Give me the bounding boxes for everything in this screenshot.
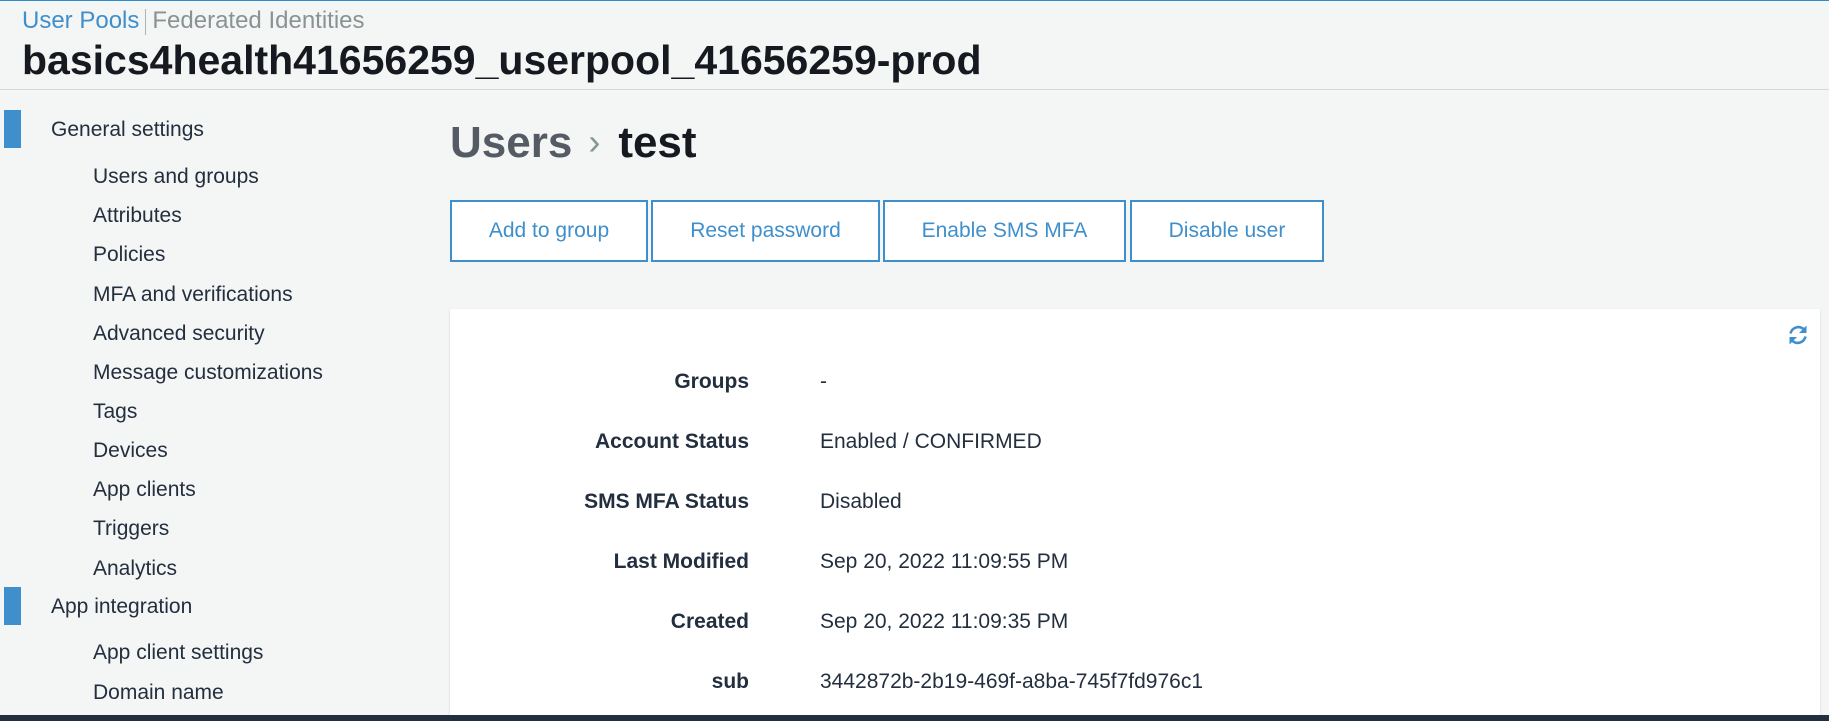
detail-row-groups: Groups -	[450, 370, 1820, 400]
pool-title: basics4health41656259_userpool_41656259-…	[22, 37, 982, 83]
sidebar-section-general-settings[interactable]: General settings	[0, 110, 420, 148]
sidebar-item-mfa-and-verifications[interactable]: MFA and verifications	[93, 283, 293, 307]
detail-row-account-status: Account Status Enabled / CONFIRMED	[450, 430, 1820, 460]
tab-divider	[145, 8, 147, 35]
sidebar-item-app-clients[interactable]: App clients	[93, 478, 196, 502]
sidebar-item-tags[interactable]: Tags	[93, 400, 137, 424]
detail-row-last-modified: Last Modified Sep 20, 2022 11:09:55 PM	[450, 550, 1820, 580]
enable-sms-mfa-button[interactable]: Enable SMS MFA	[883, 200, 1126, 262]
refresh-icon[interactable]	[1786, 323, 1810, 347]
detail-label: Created	[670, 610, 749, 633]
detail-value: Sep 20, 2022 11:09:35 PM	[820, 610, 1069, 633]
sidebar-item-triggers[interactable]: Triggers	[93, 517, 169, 541]
section-indicator	[4, 110, 21, 148]
detail-label: SMS MFA Status	[584, 490, 749, 513]
add-to-group-button[interactable]: Add to group	[450, 200, 648, 262]
tab-user-pools[interactable]: User Pools	[22, 7, 139, 34]
detail-label: Last Modified	[613, 550, 749, 573]
sidebar-item-analytics[interactable]: Analytics	[93, 557, 177, 581]
page-title: test	[618, 118, 697, 167]
sidebar-item-devices[interactable]: Devices	[93, 439, 168, 463]
header-tabs: User Pools Federated Identities	[22, 7, 365, 35]
disable-user-button[interactable]: Disable user	[1130, 200, 1324, 262]
reset-password-button[interactable]: Reset password	[651, 200, 880, 262]
sidebar-section-label: General settings	[51, 118, 204, 141]
detail-label: Groups	[674, 370, 749, 393]
detail-value: Disabled	[820, 490, 902, 513]
user-details-panel: Groups - Account Status Enabled / CONFIR…	[450, 309, 1820, 721]
sidebar-item-message-customizations[interactable]: Message customizations	[93, 361, 323, 385]
tab-federated-identities[interactable]: Federated Identities	[152, 7, 364, 34]
sidebar-item-policies[interactable]: Policies	[93, 243, 165, 267]
detail-value: Sep 20, 2022 11:09:55 PM	[820, 550, 1069, 573]
page-header: User Pools Federated Identities basics4he…	[0, 0, 1829, 90]
detail-value: Enabled / CONFIRMED	[820, 430, 1042, 453]
sidebar-item-attributes[interactable]: Attributes	[93, 204, 182, 228]
chevron-right-icon: ›	[588, 121, 601, 162]
detail-value: 3442872b-2b19-469f-a8ba-745f7fd976c1	[820, 670, 1203, 693]
footer-bar	[0, 715, 1829, 721]
sidebar-section-label: App integration	[51, 595, 193, 618]
detail-label: sub	[711, 670, 749, 693]
sidebar-item-advanced-security[interactable]: Advanced security	[93, 322, 265, 346]
detail-label: Account Status	[594, 430, 749, 453]
page: User Pools Federated Identities basics4he…	[0, 0, 1829, 721]
detail-row-created: Created Sep 20, 2022 11:09:35 PM	[450, 610, 1820, 640]
detail-value: -	[820, 370, 827, 393]
sidebar-item-users-and-groups[interactable]: Users and groups	[93, 165, 259, 189]
breadcrumb-users-link[interactable]: Users	[450, 118, 572, 167]
refresh-icon-graphic	[1789, 325, 1807, 345]
sidebar-item-domain-name[interactable]: Domain name	[93, 681, 224, 705]
sidebar-item-app-client-settings[interactable]: App client settings	[93, 641, 263, 665]
sidebar-section-app-integration[interactable]: App integration	[0, 587, 420, 625]
detail-row-sms-mfa-status: SMS MFA Status Disabled	[450, 490, 1820, 520]
sidebar: General settings Users and groups Attrib…	[0, 90, 420, 721]
section-indicator	[4, 587, 21, 625]
top-accent-line	[0, 0, 1829, 1]
breadcrumb: Users › test	[450, 113, 697, 172]
detail-row-sub: sub 3442872b-2b19-469f-a8ba-745f7fd976c1	[450, 670, 1820, 700]
